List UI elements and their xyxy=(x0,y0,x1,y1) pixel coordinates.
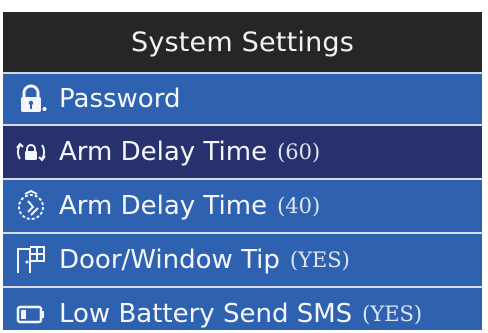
lock-icon xyxy=(12,80,50,118)
settings-screen: System Settings Password Arm Delay Time … xyxy=(3,12,482,330)
menu-item-label: Low Battery Send SMS xyxy=(59,299,353,329)
page-title: System Settings xyxy=(130,26,354,58)
menu-item-low-battery-sms[interactable]: Low Battery Send SMS (YES) xyxy=(3,286,482,330)
timer-icon xyxy=(12,187,50,225)
arm-delay-icon xyxy=(12,133,50,171)
menu-item-password[interactable]: Password xyxy=(3,72,482,124)
battery-icon xyxy=(12,295,50,330)
menu-item-door-window-tip[interactable]: Door/Window Tip (YES) xyxy=(3,232,482,286)
page-title-bar: System Settings xyxy=(3,12,482,72)
menu-item-value: (YES) xyxy=(289,248,350,272)
menu-item-label: Door/Window Tip xyxy=(59,245,280,275)
menu-item-value: (40) xyxy=(277,194,321,218)
door-window-icon xyxy=(12,241,50,279)
menu-item-label: Password xyxy=(59,84,181,114)
menu-item-arm-delay-60[interactable]: Arm Delay Time (60) xyxy=(3,124,482,178)
menu-item-value: (YES) xyxy=(362,302,423,326)
menu-item-value: (60) xyxy=(277,140,321,164)
menu-item-arm-delay-40[interactable]: Arm Delay Time (40) xyxy=(3,178,482,232)
menu-item-label: Arm Delay Time xyxy=(59,137,268,167)
menu-item-label: Arm Delay Time xyxy=(59,191,268,221)
